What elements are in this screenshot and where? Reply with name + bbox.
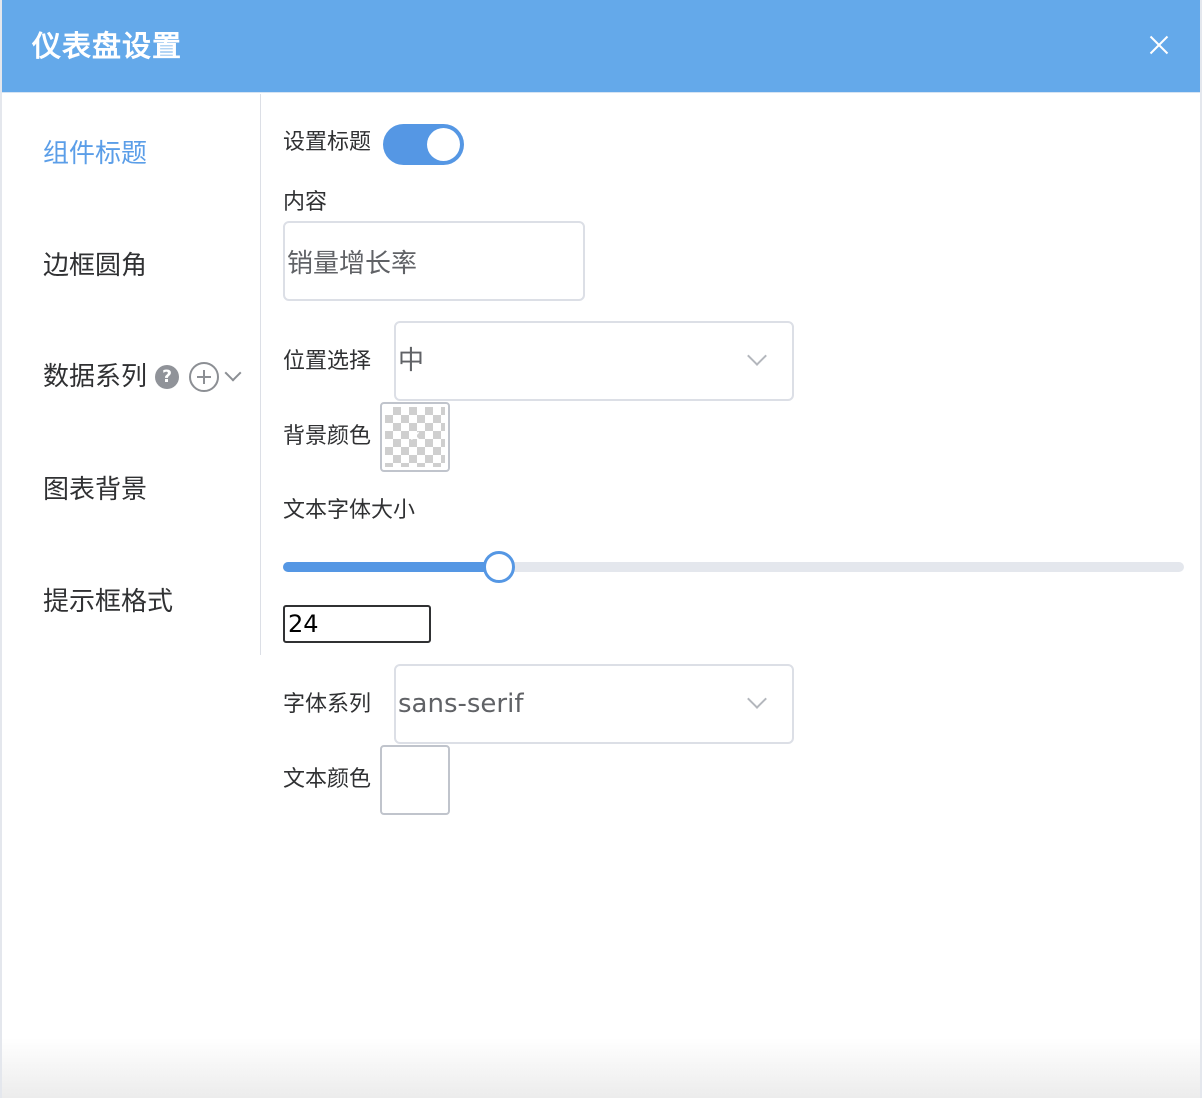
slider-handle[interactable] — [483, 551, 516, 583]
switch-knob — [427, 128, 460, 161]
dashboard-settings-dialog: 仪表盘设置 组件标题 边框圆角 数据系列 ? 图表背景 提示框格式 设置标题 内… — [0, 0, 1202, 1098]
close-icon: ✕ — [409, 429, 421, 445]
settings-sidebar: 组件标题 边框圆角 数据系列 ? 图表背景 提示框格式 — [2, 94, 261, 655]
content-label: 内容 — [283, 190, 328, 215]
close-icon[interactable] — [1144, 30, 1174, 60]
dialog-title: 仪表盘设置 — [32, 29, 183, 63]
content-input[interactable] — [283, 221, 585, 301]
chevron-down-icon — [747, 346, 767, 366]
plus-circle-icon[interactable] — [189, 362, 220, 392]
show-title-switch[interactable] — [383, 124, 464, 165]
position-select[interactable]: 中 — [394, 321, 794, 401]
position-label: 位置选择 — [283, 349, 372, 374]
show-title-label: 设置标题 — [283, 130, 372, 155]
sidebar-item-component-title[interactable]: 组件标题 — [43, 136, 147, 172]
sidebar-item-label: 组件标题 — [43, 139, 148, 169]
dialog-header: 仪表盘设置 — [2, 0, 1200, 93]
bottom-fade — [2, 1038, 1200, 1098]
transparent-swatch: ✕ — [385, 407, 445, 467]
sidebar-item-border-radius[interactable]: 边框圆角 — [43, 248, 147, 284]
font-family-select[interactable]: sans-serif — [394, 664, 794, 744]
chevron-down-icon[interactable] — [224, 364, 242, 382]
sidebar-item-chart-background[interactable]: 图表背景 — [43, 472, 147, 508]
bg-color-picker[interactable]: ✕ — [380, 402, 450, 472]
help-icon[interactable]: ? — [155, 365, 180, 389]
font-size-label: 文本字体大小 — [283, 498, 416, 523]
sidebar-item-label: 数据系列 — [43, 362, 148, 392]
text-color-picker[interactable] — [380, 745, 450, 815]
sidebar-item-label: 边框圆角 — [43, 251, 148, 281]
sidebar-item-tooltip-format[interactable]: 提示框格式 — [43, 584, 173, 620]
position-select-value: 中 — [398, 346, 425, 376]
font-family-select-value: sans-serif — [398, 689, 524, 719]
slider-fill — [283, 562, 500, 572]
sidebar-item-data-series[interactable]: 数据系列 ? — [43, 359, 242, 395]
font-family-label: 字体系列 — [283, 692, 372, 717]
text-color-swatch — [385, 750, 445, 810]
font-size-slider[interactable] — [283, 551, 1184, 583]
sidebar-item-label: 提示框格式 — [43, 587, 174, 617]
sidebar-item-label: 图表背景 — [43, 475, 148, 505]
chevron-down-icon — [747, 689, 767, 709]
bg-color-label: 背景颜色 — [283, 424, 372, 449]
font-size-input[interactable] — [283, 605, 431, 643]
text-color-label: 文本颜色 — [283, 767, 372, 792]
